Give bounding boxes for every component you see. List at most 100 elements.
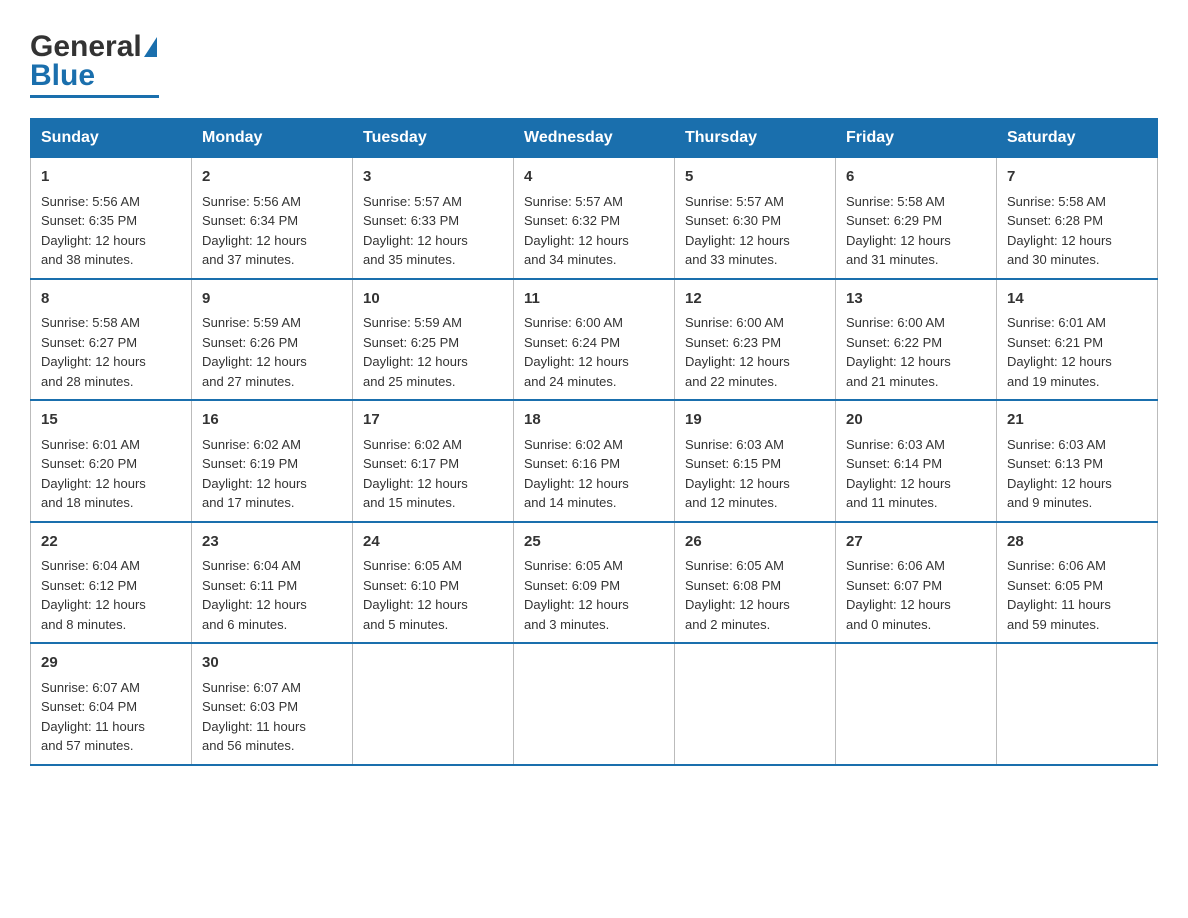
day-number: 25 (524, 531, 664, 554)
calendar-header-friday: Friday (836, 119, 997, 158)
day-info: Sunrise: 6:03 AM Sunset: 6:14 PM Dayligh… (846, 437, 951, 511)
calendar-cell: 29 Sunrise: 6:07 AM Sunset: 6:04 PM Dayli… (31, 643, 192, 765)
day-info: Sunrise: 6:00 AM Sunset: 6:22 PM Dayligh… (846, 315, 951, 389)
day-number: 20 (846, 409, 986, 432)
day-number: 28 (1007, 531, 1147, 554)
day-info: Sunrise: 5:57 AM Sunset: 6:32 PM Dayligh… (524, 194, 629, 268)
calendar-week-row: 15 Sunrise: 6:01 AM Sunset: 6:20 PM Dayli… (31, 400, 1158, 522)
calendar-cell: 25 Sunrise: 6:05 AM Sunset: 6:09 PM Dayli… (514, 522, 675, 644)
calendar-week-row: 1Sunrise: 5:56 AM Sunset: 6:35 PM Daylig… (31, 158, 1158, 279)
day-info: Sunrise: 6:01 AM Sunset: 6:21 PM Dayligh… (1007, 315, 1112, 389)
day-number: 30 (202, 652, 342, 675)
day-number: 7 (1007, 166, 1147, 189)
calendar-cell: 22 Sunrise: 6:04 AM Sunset: 6:12 PM Dayli… (31, 522, 192, 644)
day-info: Sunrise: 6:05 AM Sunset: 6:09 PM Dayligh… (524, 558, 629, 632)
day-number: 27 (846, 531, 986, 554)
calendar-cell (353, 643, 514, 765)
day-number: 15 (41, 409, 181, 432)
day-info: Sunrise: 6:01 AM Sunset: 6:20 PM Dayligh… (41, 437, 146, 511)
calendar-cell (997, 643, 1158, 765)
calendar-cell: 10 Sunrise: 5:59 AM Sunset: 6:25 PM Dayli… (353, 279, 514, 401)
day-info: Sunrise: 6:05 AM Sunset: 6:10 PM Dayligh… (363, 558, 468, 632)
day-info: Sunrise: 6:04 AM Sunset: 6:12 PM Dayligh… (41, 558, 146, 632)
calendar-cell: 23 Sunrise: 6:04 AM Sunset: 6:11 PM Dayli… (192, 522, 353, 644)
day-number: 14 (1007, 288, 1147, 311)
calendar-week-row: 29 Sunrise: 6:07 AM Sunset: 6:04 PM Dayli… (31, 643, 1158, 765)
day-info: Sunrise: 6:00 AM Sunset: 6:23 PM Dayligh… (685, 315, 790, 389)
day-info: Sunrise: 5:58 AM Sunset: 6:27 PM Dayligh… (41, 315, 146, 389)
day-number: 6 (846, 166, 986, 189)
day-number: 23 (202, 531, 342, 554)
calendar-cell: 2 Sunrise: 5:56 AM Sunset: 6:34 PM Daylig… (192, 158, 353, 279)
calendar-cell: 18Sunrise: 6:02 AM Sunset: 6:16 PM Dayli… (514, 400, 675, 522)
calendar-cell: 28 Sunrise: 6:06 AM Sunset: 6:05 PM Dayli… (997, 522, 1158, 644)
calendar-cell: 16Sunrise: 6:02 AM Sunset: 6:19 PM Dayli… (192, 400, 353, 522)
calendar-header-sunday: Sunday (31, 119, 192, 158)
logo: General Blue (30, 30, 159, 98)
day-info: Sunrise: 6:02 AM Sunset: 6:16 PM Dayligh… (524, 437, 629, 511)
day-number: 11 (524, 288, 664, 311)
day-info: Sunrise: 6:03 AM Sunset: 6:13 PM Dayligh… (1007, 437, 1112, 511)
calendar-cell: 8Sunrise: 5:58 AM Sunset: 6:27 PM Daylig… (31, 279, 192, 401)
calendar-cell (836, 643, 997, 765)
day-number: 1 (41, 166, 181, 189)
day-info: Sunrise: 5:59 AM Sunset: 6:26 PM Dayligh… (202, 315, 307, 389)
calendar-cell: 13Sunrise: 6:00 AM Sunset: 6:22 PM Dayli… (836, 279, 997, 401)
day-number: 26 (685, 531, 825, 554)
day-number: 3 (363, 166, 503, 189)
calendar-cell (514, 643, 675, 765)
day-info: Sunrise: 6:00 AM Sunset: 6:24 PM Dayligh… (524, 315, 629, 389)
calendar-cell: 27 Sunrise: 6:06 AM Sunset: 6:07 PM Dayli… (836, 522, 997, 644)
day-info: Sunrise: 6:07 AM Sunset: 6:03 PM Dayligh… (202, 680, 306, 754)
logo-underline (30, 95, 159, 98)
day-number: 12 (685, 288, 825, 311)
calendar-header-wednesday: Wednesday (514, 119, 675, 158)
page-header: General Blue (30, 30, 1158, 98)
day-info: Sunrise: 5:56 AM Sunset: 6:34 PM Dayligh… (202, 194, 307, 268)
calendar-cell: 12 Sunrise: 6:00 AM Sunset: 6:23 PM Dayli… (675, 279, 836, 401)
day-info: Sunrise: 5:58 AM Sunset: 6:28 PM Dayligh… (1007, 194, 1112, 268)
calendar-week-row: 22 Sunrise: 6:04 AM Sunset: 6:12 PM Dayli… (31, 522, 1158, 644)
day-info: Sunrise: 6:06 AM Sunset: 6:07 PM Dayligh… (846, 558, 951, 632)
day-info: Sunrise: 6:05 AM Sunset: 6:08 PM Dayligh… (685, 558, 790, 632)
day-number: 10 (363, 288, 503, 311)
calendar-cell: 1Sunrise: 5:56 AM Sunset: 6:35 PM Daylig… (31, 158, 192, 279)
calendar-cell: 3Sunrise: 5:57 AM Sunset: 6:33 PM Daylig… (353, 158, 514, 279)
calendar-header-thursday: Thursday (675, 119, 836, 158)
day-info: Sunrise: 5:57 AM Sunset: 6:30 PM Dayligh… (685, 194, 790, 268)
day-number: 2 (202, 166, 342, 189)
day-number: 5 (685, 166, 825, 189)
day-number: 9 (202, 288, 342, 311)
logo-blue-part: Blue (30, 59, 95, 93)
calendar-cell: 24 Sunrise: 6:05 AM Sunset: 6:10 PM Dayli… (353, 522, 514, 644)
calendar-cell: 20 Sunrise: 6:03 AM Sunset: 6:14 PM Dayli… (836, 400, 997, 522)
day-info: Sunrise: 6:07 AM Sunset: 6:04 PM Dayligh… (41, 680, 145, 754)
calendar-cell: 9 Sunrise: 5:59 AM Sunset: 6:26 PM Daylig… (192, 279, 353, 401)
calendar-header-monday: Monday (192, 119, 353, 158)
calendar-cell: 7 Sunrise: 5:58 AM Sunset: 6:28 PM Daylig… (997, 158, 1158, 279)
calendar-cell: 6Sunrise: 5:58 AM Sunset: 6:29 PM Daylig… (836, 158, 997, 279)
day-number: 22 (41, 531, 181, 554)
calendar-cell: 19Sunrise: 6:03 AM Sunset: 6:15 PM Dayli… (675, 400, 836, 522)
logo-triangle-icon (144, 37, 157, 57)
day-number: 24 (363, 531, 503, 554)
day-info: Sunrise: 6:06 AM Sunset: 6:05 PM Dayligh… (1007, 558, 1111, 632)
calendar-cell: 15 Sunrise: 6:01 AM Sunset: 6:20 PM Dayli… (31, 400, 192, 522)
calendar-cell: 26 Sunrise: 6:05 AM Sunset: 6:08 PM Dayli… (675, 522, 836, 644)
day-number: 16 (202, 409, 342, 432)
calendar-header-saturday: Saturday (997, 119, 1158, 158)
day-info: Sunrise: 6:03 AM Sunset: 6:15 PM Dayligh… (685, 437, 790, 511)
day-info: Sunrise: 6:04 AM Sunset: 6:11 PM Dayligh… (202, 558, 307, 632)
calendar-week-row: 8Sunrise: 5:58 AM Sunset: 6:27 PM Daylig… (31, 279, 1158, 401)
day-number: 29 (41, 652, 181, 675)
calendar-cell: 14 Sunrise: 6:01 AM Sunset: 6:21 PM Dayli… (997, 279, 1158, 401)
calendar-cell (675, 643, 836, 765)
day-number: 4 (524, 166, 664, 189)
day-number: 21 (1007, 409, 1147, 432)
day-info: Sunrise: 5:59 AM Sunset: 6:25 PM Dayligh… (363, 315, 468, 389)
logo-row2: Blue (30, 59, 95, 93)
calendar-cell: 11 Sunrise: 6:00 AM Sunset: 6:24 PM Dayli… (514, 279, 675, 401)
calendar-cell: 5 Sunrise: 5:57 AM Sunset: 6:30 PM Daylig… (675, 158, 836, 279)
calendar-cell: 30 Sunrise: 6:07 AM Sunset: 6:03 PM Dayli… (192, 643, 353, 765)
calendar-cell: 17Sunrise: 6:02 AM Sunset: 6:17 PM Dayli… (353, 400, 514, 522)
